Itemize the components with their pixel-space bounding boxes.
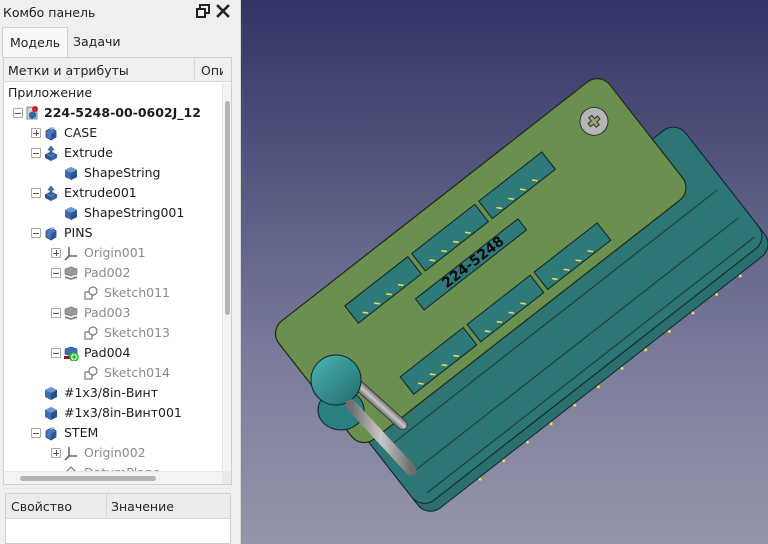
socket-body: 224-5248 [274, 78, 768, 512]
tree-item-label: Pad003 [84, 305, 131, 320]
tab-bar: Модель Задачи [0, 27, 234, 58]
tree-header: Метки и атрибуты Опи [4, 58, 231, 82]
sketch-icon [83, 285, 99, 301]
tree-item-label: CASE [64, 125, 98, 140]
tree-item-label: ShapeString [84, 165, 161, 180]
tree-item-label: PINS [64, 225, 93, 240]
column-header-property[interactable]: Свойство [11, 499, 72, 514]
column-header-value[interactable]: Значение [111, 499, 174, 514]
vertical-scrollbar-thumb[interactable] [225, 101, 230, 315]
shape-icon [63, 205, 79, 221]
collapse-icon[interactable] [51, 348, 61, 358]
panel-splitter[interactable] [3, 487, 232, 491]
column-header-labels[interactable]: Метки и атрибуты [8, 63, 129, 78]
extrude-icon [43, 145, 59, 161]
tree-item-label: Sketch011 [104, 285, 170, 300]
part-icon [43, 225, 59, 241]
column-header-description[interactable]: Опи [201, 63, 223, 78]
document-icon [24, 105, 40, 121]
horizontal-scrollbar-thumb[interactable] [20, 476, 156, 481]
part-icon [43, 425, 59, 441]
tree-item-label: Sketch013 [104, 325, 170, 340]
column-separator[interactable] [106, 494, 107, 519]
socket-model: 224-5248 [274, 78, 768, 512]
tree-item-label: Pad002 [84, 265, 131, 280]
tree-item-label: #1x3/8in-Винт [64, 385, 159, 400]
origin-icon [63, 245, 79, 261]
vertical-scrollbar[interactable] [222, 83, 231, 471]
collapse-icon[interactable] [31, 228, 41, 238]
tree-item-label: 224-5248-00-0602J_12 [44, 105, 201, 120]
tree-item-label: STEM [64, 425, 99, 440]
collapse-icon[interactable] [31, 428, 41, 438]
panel-title: Комбо панель [3, 5, 96, 20]
float-window-icon [196, 4, 210, 18]
origin-icon [63, 445, 79, 461]
tree-item-label: #1x3/8in-Винт001 [64, 405, 182, 420]
collapse-icon[interactable] [31, 148, 41, 158]
tree-item-label: Origin001 [84, 245, 146, 260]
horizontal-scrollbar[interactable] [4, 471, 222, 484]
extrude-icon [43, 185, 59, 201]
collapse-icon[interactable] [51, 268, 61, 278]
collapse-icon[interactable] [31, 188, 41, 198]
combo-panel: Комбо панель Модель Задачи Метки и атриб… [0, 0, 241, 544]
tree-body: Приложение 224-5248-00-0602J_12 CASE Extru… [4, 83, 220, 471]
tree-item-label: Extrude001 [64, 185, 137, 200]
property-header: Свойство Значение [6, 494, 230, 519]
tree-item-label: Sketch014 [104, 365, 170, 380]
shape-icon [43, 405, 59, 421]
tree-item-label: Extrude [64, 145, 113, 160]
collapse-icon[interactable] [51, 308, 61, 318]
tree-item-label: DatumPlane [84, 463, 161, 471]
tree-item-label: Pad004 [84, 345, 131, 360]
expand-icon[interactable] [51, 448, 61, 458]
tree-item-label: ShapeString001 [84, 205, 185, 220]
property-view: Свойство Значение [5, 493, 231, 544]
sketch-icon [83, 365, 99, 381]
pad-icon [63, 305, 79, 321]
collapse-icon[interactable] [13, 108, 23, 118]
column-separator[interactable] [194, 58, 195, 82]
close-icon [216, 4, 230, 18]
pad-icon [63, 265, 79, 281]
tab-model[interactable]: Модель [2, 27, 69, 58]
panel-edge [234, 0, 241, 544]
3d-viewport[interactable]: 224-5248 [241, 0, 768, 544]
sketch-icon [83, 325, 99, 341]
expand-icon[interactable] [51, 248, 61, 258]
tree-item-label: Origin002 [84, 445, 146, 460]
tree-root-label: Приложение [8, 85, 93, 100]
shape-icon [43, 385, 59, 401]
close-panel-button[interactable] [215, 3, 231, 19]
shape-icon [63, 165, 79, 181]
expand-icon[interactable] [31, 128, 41, 138]
float-button[interactable] [195, 3, 211, 19]
part-icon [43, 125, 59, 141]
scroll-corner [222, 471, 231, 484]
model-tree: Метки и атрибуты Опи Приложение 224-5248… [3, 57, 232, 485]
pad-tip-icon [63, 345, 79, 362]
tab-tasks[interactable]: Задачи [66, 27, 128, 57]
